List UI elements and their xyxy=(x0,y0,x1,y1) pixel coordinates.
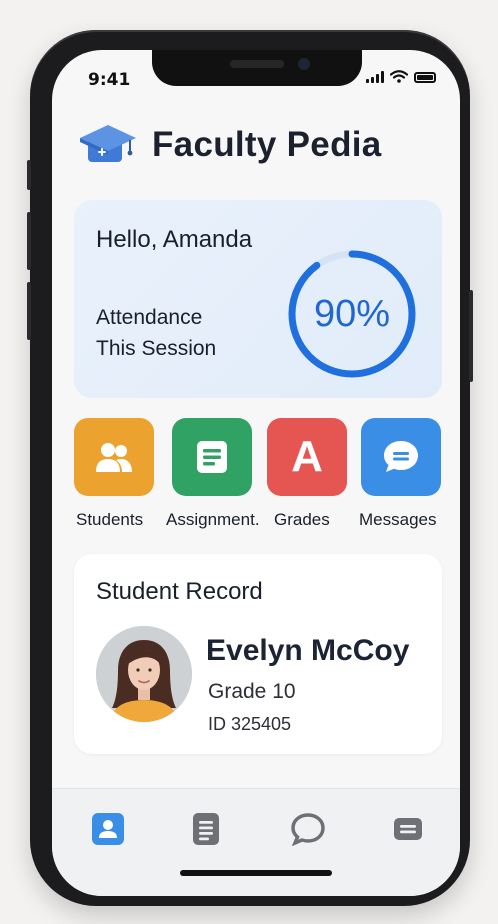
document-icon xyxy=(193,813,219,845)
greeting-text: Hello, Amanda xyxy=(96,226,253,253)
app-title: Faculty Pedia xyxy=(152,125,382,164)
greeting-card: Hello, Amanda Attendance This Session 90… xyxy=(74,200,442,398)
battery-icon xyxy=(414,72,436,83)
front-camera xyxy=(298,58,310,70)
chat-icon xyxy=(291,813,325,846)
grades-label: Grades xyxy=(274,510,330,529)
tab-bar xyxy=(52,788,460,896)
document-icon xyxy=(197,441,227,473)
attendance-label-line1: Attendance xyxy=(96,306,203,329)
letter-a-icon: A xyxy=(291,432,323,481)
signal-icon xyxy=(366,71,384,83)
students-label: Students xyxy=(76,510,144,529)
student-record-card[interactable]: Student Record Evelyn McCoy Grade 10 ID … xyxy=(74,554,442,754)
people-icon xyxy=(96,443,132,472)
graduation-cap-icon xyxy=(80,125,136,162)
student-name: Evelyn McCoy xyxy=(206,634,410,667)
student-avatar xyxy=(96,626,192,722)
student-id: ID 325405 xyxy=(208,714,292,734)
messages-button[interactable] xyxy=(361,418,441,496)
assignments-label: Assignment. xyxy=(166,510,260,529)
assignments-button[interactable] xyxy=(172,418,252,496)
messages-label: Messages xyxy=(359,510,437,529)
attendance-value: 90% xyxy=(313,292,391,335)
speaker-grille xyxy=(230,60,284,68)
attendance-label: Attendance This Session xyxy=(96,302,216,364)
power-button xyxy=(469,290,473,382)
volume-down-button xyxy=(27,282,31,340)
tab-menu[interactable] xyxy=(390,811,426,847)
student-grade: Grade 10 xyxy=(208,680,296,703)
status-icons xyxy=(366,70,436,83)
home-indicator xyxy=(180,870,332,876)
profile-icon xyxy=(92,813,124,845)
wifi-icon xyxy=(390,70,408,83)
quick-actions: Students Assignment. A Grades Messages xyxy=(52,418,460,538)
tab-documents[interactable] xyxy=(188,811,224,847)
mute-switch xyxy=(27,160,31,190)
status-time: 9:41 xyxy=(88,70,131,90)
volume-up-button xyxy=(27,212,31,270)
chat-bubble-icon xyxy=(384,441,418,472)
student-record-title: Student Record xyxy=(96,578,263,605)
attendance-label-line2: This Session xyxy=(96,337,217,360)
tab-profile[interactable] xyxy=(90,811,126,847)
app-header: Faculty Pedia xyxy=(78,122,382,168)
phone-screen: 9:41 Faculty Pedia Hello, Amanda Attenda… xyxy=(52,50,460,896)
grades-button[interactable]: A xyxy=(267,418,347,496)
notch xyxy=(152,50,362,86)
menu-icon xyxy=(394,818,422,840)
students-button[interactable] xyxy=(74,418,154,496)
tab-chat[interactable] xyxy=(290,811,326,847)
